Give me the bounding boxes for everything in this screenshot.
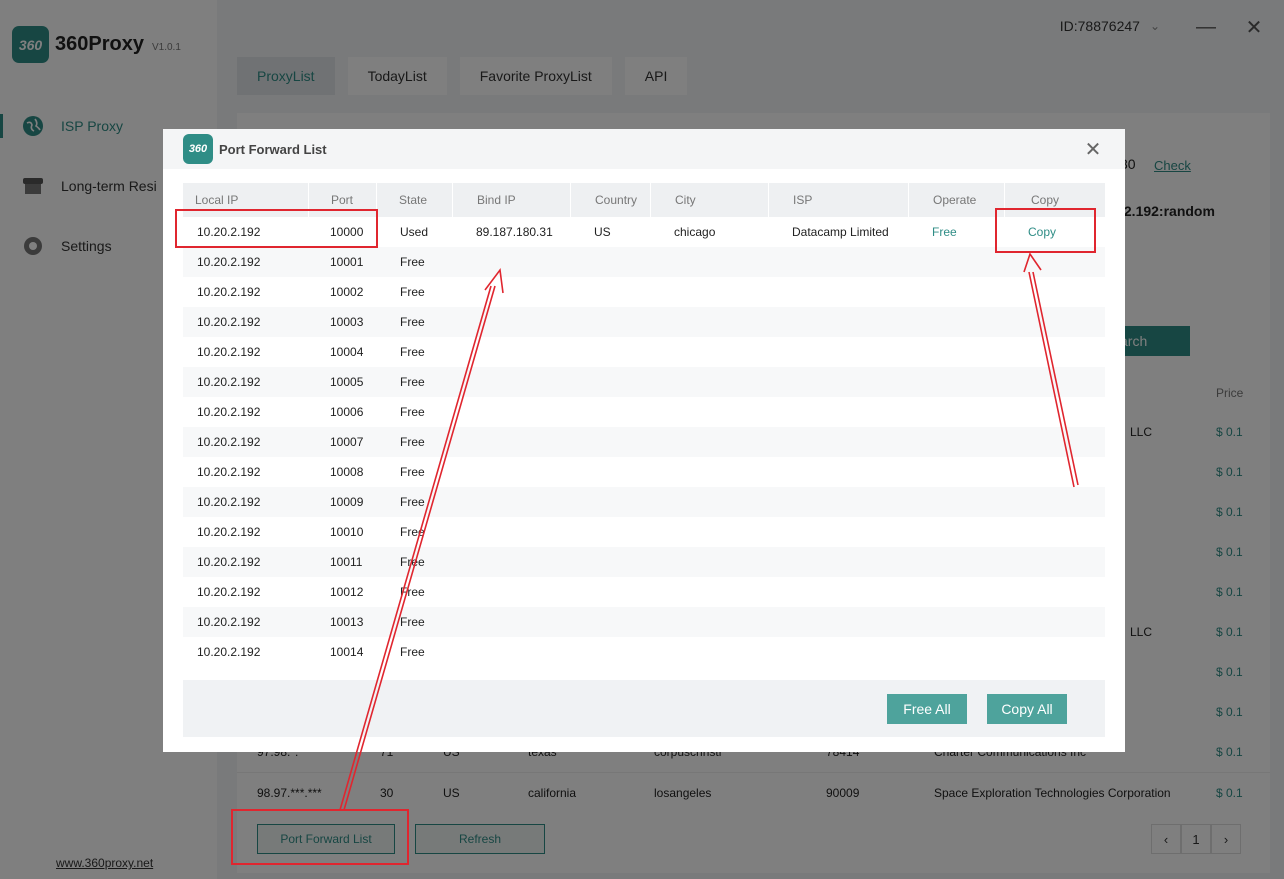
annotation-arrows [339, 252, 1079, 811]
arrow-to-copy [1023, 252, 1079, 488]
arrow-to-bind-ip [339, 267, 504, 811]
